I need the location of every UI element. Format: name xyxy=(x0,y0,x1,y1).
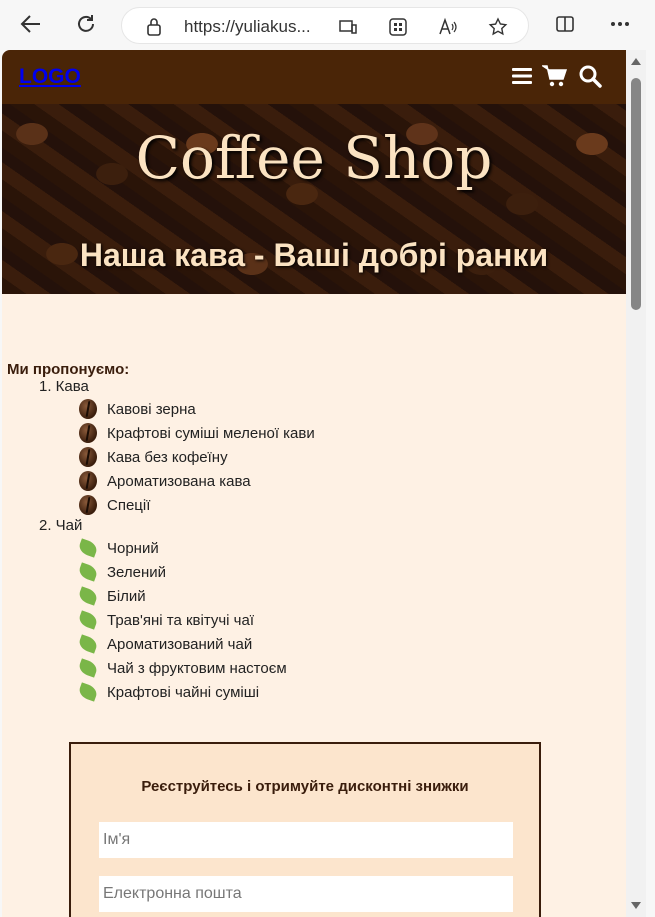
apps-icon[interactable] xyxy=(388,17,408,37)
address-bar[interactable]: https://yuliakus... xyxy=(121,7,529,44)
list-item: Ароматизований чай xyxy=(77,632,315,656)
offer-section: Ми пропонуємо: 1. Кава Кавові зерна Краф… xyxy=(7,361,315,704)
tea-leaf-icon xyxy=(77,562,99,582)
coffee-bean-icon xyxy=(79,447,97,467)
list-item: Білий xyxy=(77,584,315,608)
page-scrollbar[interactable] xyxy=(626,50,646,917)
scrollbar-thumb[interactable] xyxy=(631,78,641,310)
page-viewport: LOGO Coffee Shop Наша кава - Ваші добрі … xyxy=(2,50,626,917)
category-coffee: 1. Кава xyxy=(39,378,89,395)
list-item: Кава без кофеїну xyxy=(79,445,315,469)
url-text[interactable]: https://yuliakus... xyxy=(184,17,311,37)
split-screen-button[interactable] xyxy=(551,10,579,38)
hamburger-menu-icon[interactable] xyxy=(512,67,532,85)
list-item: Крафтові чайні суміші xyxy=(77,680,315,704)
back-button[interactable] xyxy=(17,10,45,38)
lock-icon[interactable] xyxy=(144,17,164,37)
list-item: Крафтові суміші меленої кави xyxy=(79,421,315,445)
list-item: Ароматизована кава xyxy=(79,469,315,493)
list-item: Трав'яні та квітучі чаї xyxy=(77,608,315,632)
tea-leaf-icon xyxy=(77,610,99,630)
tea-leaf-icon xyxy=(77,682,99,702)
name-input[interactable]: Ім'я xyxy=(99,822,513,858)
list-item: Чорний xyxy=(77,536,315,560)
tea-leaf-icon xyxy=(77,658,99,678)
signup-title: Реєструйтесь і отримуйте дисконтні знижк… xyxy=(141,778,469,795)
browser-toolbar: https://yuliakus... xyxy=(0,0,655,50)
category-tea: 2. Чай xyxy=(39,517,83,534)
more-menu-button[interactable] xyxy=(606,10,634,38)
list-item: Чай з фруктовим настоєм xyxy=(77,656,315,680)
offer-title: Ми пропонуємо: xyxy=(7,361,130,378)
tea-leaf-icon xyxy=(77,586,99,606)
header-actions xyxy=(512,64,602,88)
hero-title: Coffee Shop xyxy=(135,124,493,192)
logo-link[interactable]: LOGO xyxy=(19,65,81,89)
coffee-bean-icon xyxy=(79,471,97,491)
site-header: LOGO xyxy=(2,50,626,104)
split-screen-icon xyxy=(556,16,574,32)
list-item: Спеції xyxy=(79,493,315,517)
hero-banner: Coffee Shop Наша кава - Ваші добрі ранки xyxy=(2,104,626,294)
device-icon[interactable] xyxy=(338,17,358,37)
scroll-down-icon[interactable] xyxy=(630,900,642,910)
signup-form: Реєструйтесь і отримуйте дисконтні знижк… xyxy=(69,742,541,917)
reload-icon xyxy=(78,15,94,32)
reload-button[interactable] xyxy=(72,10,100,38)
email-input[interactable]: Електронна пошта xyxy=(99,876,513,912)
coffee-bean-icon xyxy=(79,423,97,443)
read-aloud-icon[interactable] xyxy=(438,17,458,37)
back-arrow-icon xyxy=(20,15,40,33)
more-dots-icon xyxy=(611,22,629,26)
tea-leaf-icon xyxy=(77,634,99,654)
list-item: Зелений xyxy=(77,560,315,584)
shopping-cart-icon[interactable] xyxy=(542,64,568,88)
list-item: Кавові зерна xyxy=(79,397,315,421)
hero-subtitle: Наша кава - Ваші добрі ранки xyxy=(79,237,549,273)
scroll-up-icon[interactable] xyxy=(630,56,642,66)
coffee-bean-icon xyxy=(79,399,97,419)
coffee-bean-icon xyxy=(79,495,97,515)
search-icon[interactable] xyxy=(578,64,602,88)
favorite-star-icon[interactable] xyxy=(488,17,508,37)
tea-leaf-icon xyxy=(77,538,99,558)
